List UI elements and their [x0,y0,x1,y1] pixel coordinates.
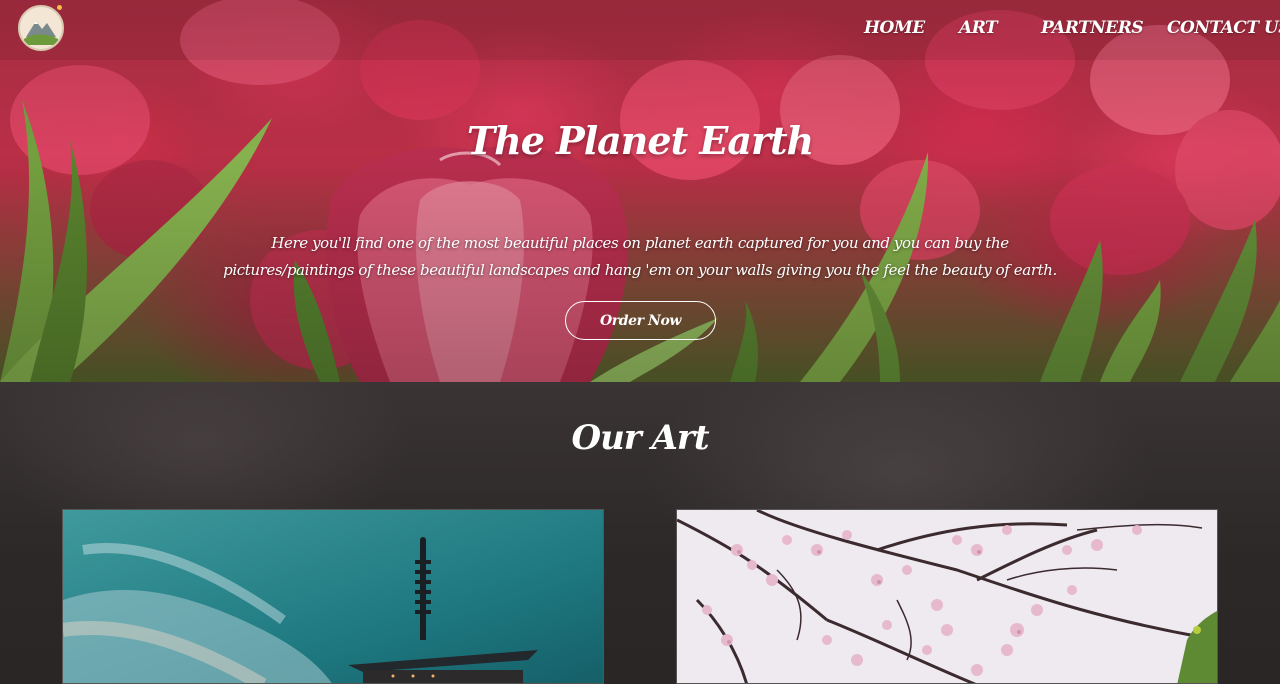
top-navbar: HOME ART PARTNERS CONTACT US [0,0,1280,60]
hero-title: The Planet Earth [466,118,814,163]
logo-accent-dot [57,5,62,10]
pagoda-image [63,510,603,683]
our-art-section: Our Art [0,382,1280,684]
nav-link-art[interactable]: ART [959,18,998,38]
nav-link-partners[interactable]: PARTNERS [1041,18,1144,38]
art-card-pagoda[interactable] [62,509,604,684]
hero-section: HOME ART PARTNERS CONTACT US The Planet … [0,0,1280,382]
order-now-button[interactable]: Order Now [565,301,716,340]
nav-link-contact-us[interactable]: CONTACT US [1167,18,1280,38]
hero-description: Here you'll find one of the most beautif… [223,234,1057,279]
art-card-cherry-blossom[interactable] [676,509,1218,684]
nav-link-home[interactable]: HOME [864,18,925,38]
our-art-title: Our Art [571,418,709,458]
nav-links: HOME ART PARTNERS CONTACT US [0,18,1280,42]
cherry-blossom-image [677,510,1217,683]
